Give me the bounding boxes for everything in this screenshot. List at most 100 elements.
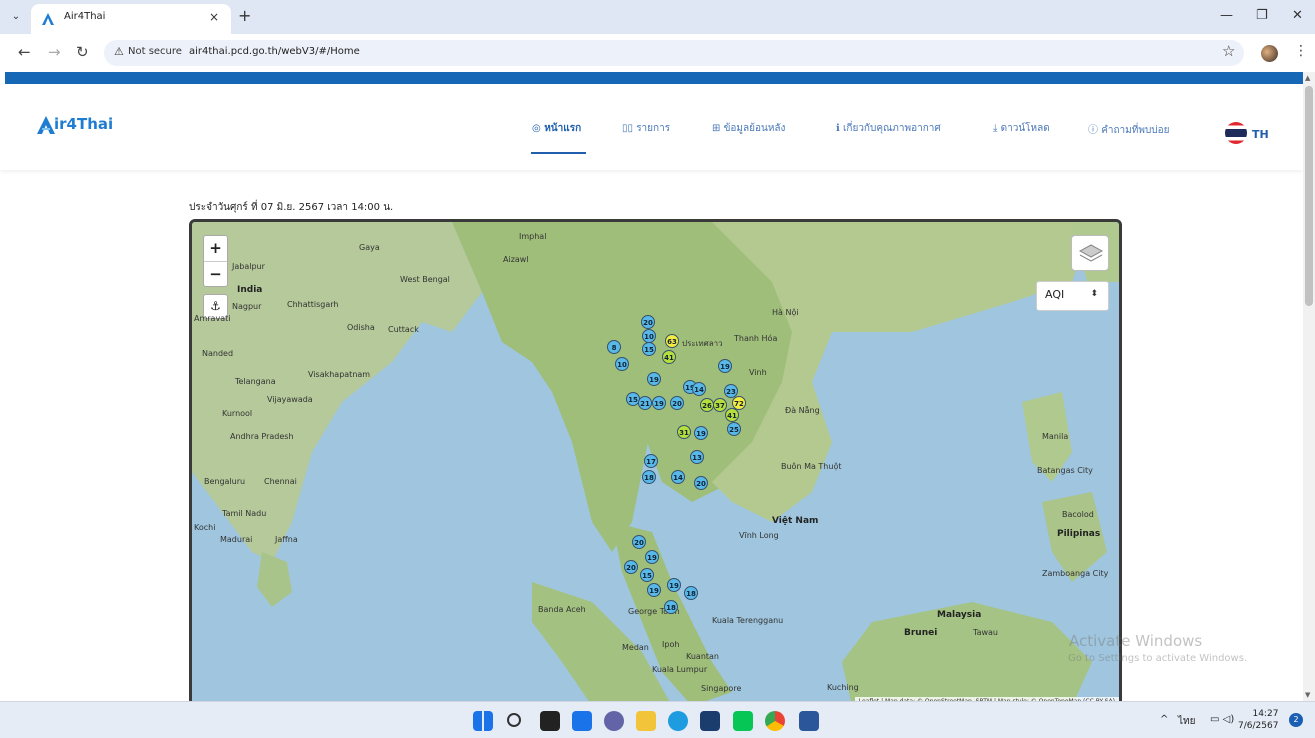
- input-language[interactable]: ไทย: [1178, 714, 1195, 729]
- aqi-marker[interactable]: 25: [727, 422, 741, 436]
- map-label: Hà Nội: [772, 308, 799, 317]
- aqi-marker[interactable]: 14: [671, 470, 685, 484]
- notification-badge[interactable]: 2: [1289, 713, 1303, 727]
- system-clock[interactable]: 14:27 7/6/2567: [1238, 708, 1278, 732]
- task-view-icon[interactable]: [540, 711, 560, 731]
- aqi-marker[interactable]: 21: [638, 396, 652, 410]
- aqi-marker[interactable]: 20: [641, 315, 655, 329]
- site-logo[interactable]: ir4Thai: [36, 115, 126, 135]
- url-input[interactable]: ⚠ Not secure air4thai.pcd.go.th/webV3/#/…: [104, 40, 1244, 66]
- scroll-thumb[interactable]: [1305, 86, 1313, 306]
- zoom-in-button[interactable]: +: [204, 236, 227, 261]
- back-icon[interactable]: ←: [18, 43, 31, 61]
- aqi-marker[interactable]: 20: [624, 560, 638, 574]
- close-window-icon[interactable]: ✕: [1292, 8, 1303, 23]
- browser-tab[interactable]: Air4Thai ×: [31, 4, 231, 34]
- file-explorer-icon[interactable]: [636, 711, 656, 731]
- nav-about[interactable]: ℹ เกี่ยวกับคุณภาพอากาศ: [836, 121, 941, 136]
- map-label: Pilipinas: [1057, 529, 1101, 539]
- aqi-marker[interactable]: 26: [700, 398, 714, 412]
- aqi-marker[interactable]: 18: [642, 470, 656, 484]
- aqi-marker[interactable]: 20: [694, 476, 708, 490]
- nav-download[interactable]: ⤓ ดาวน์โหลด: [993, 121, 1050, 136]
- map-label: Malaysia: [937, 610, 982, 620]
- map-label: Vinh: [749, 368, 767, 377]
- activate-windows-subtitle: Go to Settings to activate Windows.: [1068, 653, 1248, 664]
- aqi-marker[interactable]: 8: [607, 340, 621, 354]
- aqi-marker[interactable]: 41: [725, 408, 739, 422]
- thai-flag-icon[interactable]: [1225, 122, 1247, 144]
- aqi-marker[interactable]: 37: [713, 398, 727, 412]
- start-menu-icon[interactable]: [473, 711, 493, 731]
- aqi-marker[interactable]: 19: [645, 550, 659, 564]
- logo-a-icon: [37, 116, 55, 134]
- restore-icon[interactable]: ❐: [1256, 8, 1268, 23]
- menu-kebab-icon[interactable]: ⋮: [1294, 43, 1308, 59]
- search-icon[interactable]: [507, 713, 521, 727]
- map-layer-select-value: AQI: [1045, 288, 1065, 301]
- reload-icon[interactable]: ↻: [76, 43, 89, 61]
- teams-chat-icon[interactable]: [604, 711, 624, 731]
- map-label: Madurai: [220, 535, 253, 544]
- aqi-marker[interactable]: 18: [684, 586, 698, 600]
- widgets-icon[interactable]: [572, 711, 592, 731]
- chrome-icon[interactable]: [765, 711, 785, 731]
- aqi-marker[interactable]: 15: [642, 342, 656, 356]
- aqi-marker[interactable]: 13: [690, 450, 704, 464]
- line-app-icon[interactable]: [733, 711, 753, 731]
- map-label: Medan: [622, 643, 649, 652]
- map-label: Nanded: [202, 349, 234, 358]
- nav-faq[interactable]: ⓘ คำถามที่พบบ่อย: [1088, 121, 1170, 138]
- aqi-marker[interactable]: 63: [665, 334, 679, 348]
- tab-close-button[interactable]: ×: [209, 10, 219, 24]
- map-label: Việt Nam: [772, 516, 819, 526]
- url-text[interactable]: air4thai.pcd.go.th/webV3/#/Home: [189, 46, 360, 57]
- store-icon[interactable]: [700, 711, 720, 731]
- map-layer-select[interactable]: AQI ⬍: [1036, 281, 1109, 311]
- aqi-marker[interactable]: 10: [642, 329, 656, 343]
- nav-list[interactable]: ▯▯ รายการ: [622, 121, 670, 136]
- aqi-marker[interactable]: 41: [662, 350, 676, 364]
- air4thai-favicon-icon: [42, 13, 54, 25]
- aqi-marker[interactable]: 19: [667, 578, 681, 592]
- language-label[interactable]: TH: [1252, 128, 1269, 141]
- tab-title: Air4Thai: [64, 11, 106, 22]
- aqi-marker[interactable]: 14: [692, 382, 706, 396]
- aqi-marker[interactable]: 19: [694, 426, 708, 440]
- zoom-out-button[interactable]: −: [204, 262, 227, 287]
- aqi-marker[interactable]: 19: [718, 359, 732, 373]
- map-label: Vijayawada: [267, 395, 313, 404]
- map-label: Cuttack: [388, 325, 419, 334]
- network-volume-icon[interactable]: ▭ ◁): [1210, 714, 1234, 725]
- aqi-marker[interactable]: 17: [644, 454, 658, 468]
- aqi-marker[interactable]: 10: [615, 357, 629, 371]
- download-icon: ⤓: [993, 123, 1001, 134]
- aqi-marker[interactable]: 31: [677, 425, 691, 439]
- aqi-marker[interactable]: 18: [664, 600, 678, 614]
- forward-icon[interactable]: →: [48, 43, 61, 61]
- chevron-up-icon[interactable]: ^: [1160, 714, 1168, 725]
- air-quality-map[interactable]: + − ⚓ AQI ⬍ Gaya Jabalpur India Nagpur A…: [189, 219, 1122, 709]
- tab-search-icon[interactable]: ⌄: [8, 9, 24, 25]
- scroll-down-icon[interactable]: ▼: [1305, 691, 1310, 699]
- map-label: Aizawl: [503, 255, 529, 264]
- profile-avatar[interactable]: [1261, 45, 1278, 62]
- nav-home[interactable]: ◎ หน้าแรก: [532, 121, 581, 136]
- layers-button[interactable]: [1071, 235, 1109, 271]
- aqi-marker[interactable]: 20: [632, 535, 646, 549]
- aqi-marker[interactable]: 19: [652, 396, 666, 410]
- word-icon[interactable]: [799, 711, 819, 731]
- aqi-marker[interactable]: 19: [647, 583, 661, 597]
- aqi-marker[interactable]: 15: [640, 568, 654, 582]
- page-scrollbar[interactable]: ▲ ▼: [1303, 72, 1315, 701]
- scroll-up-icon[interactable]: ▲: [1305, 74, 1310, 82]
- not-secure-label[interactable]: Not secure: [128, 46, 182, 57]
- aqi-marker[interactable]: 20: [670, 396, 684, 410]
- bookmark-star-icon[interactable]: ☆: [1222, 42, 1235, 60]
- new-tab-button[interactable]: +: [238, 6, 251, 25]
- nav-history[interactable]: ⊞ ข้อมูลย้อนหลัง: [712, 121, 785, 136]
- minimize-icon[interactable]: —: [1220, 8, 1233, 23]
- map-label: Kurnool: [222, 409, 253, 418]
- aqi-marker[interactable]: 19: [647, 372, 661, 386]
- edge-browser-icon[interactable]: [668, 711, 688, 731]
